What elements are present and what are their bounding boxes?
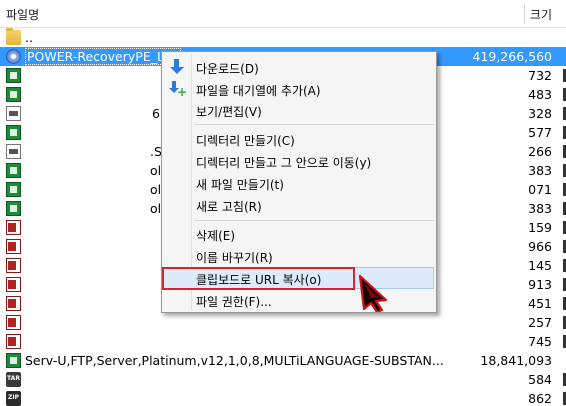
annotation-highlight-box (162, 267, 355, 290)
doc-icon (6, 144, 21, 159)
menu-item-label: 디렉터리 만들고 그 안으로 이동(y) (196, 156, 372, 170)
column-header-size[interactable]: 크기 (530, 6, 552, 23)
red-file-icon (6, 239, 21, 254)
menu-item-label: 다운로드(D) (196, 62, 259, 76)
file-size: 257 (528, 315, 552, 330)
add-queue-icon: + (169, 81, 187, 98)
list-item[interactable]: 257 (0, 313, 566, 332)
menu-item-new-file[interactable]: 새 파일 만들기(t) (164, 172, 434, 194)
menu-item-label: 이름 바꾸기(R) (196, 251, 273, 265)
file-size: 159 (528, 220, 552, 235)
menu-item-label: 새 파일 만들기(t) (196, 178, 284, 192)
menu-item-download[interactable]: 다운로드(D) (164, 56, 434, 78)
menu-item-rename[interactable]: 이름 바꾸기(R) (164, 245, 434, 267)
download-icon (169, 59, 185, 75)
red-file-icon (6, 277, 21, 292)
file-size: 451 (528, 296, 552, 311)
file-size: 577 (528, 125, 552, 140)
list-item-parent-dir[interactable]: .. (0, 28, 566, 47)
file-name: 6 (152, 106, 160, 121)
menu-item-label: 새로 고침(R) (196, 200, 262, 214)
file-size: 732 (528, 68, 552, 83)
file-name: .. (25, 30, 33, 45)
menu-item-refresh[interactable]: 새로 고침(R) (164, 194, 434, 216)
file-size: 862 (528, 391, 552, 406)
file-size: 266 (528, 144, 552, 159)
file-size: 145 (528, 258, 552, 273)
file-size: 745 (528, 334, 552, 349)
red-file-icon (6, 220, 21, 235)
list-item[interactable]: 745 (0, 332, 566, 351)
menu-item-label: 파일을 대기열에 추가(A) (196, 84, 321, 98)
menu-item-label: 파일 권한(F)... (196, 295, 272, 309)
file-size: 483 (528, 87, 552, 102)
list-item[interactable]: ZIP 862 (0, 389, 566, 406)
file-name: POWER-RecoveryPE_Li... (25, 48, 182, 65)
green-file-icon (6, 163, 21, 178)
file-size: 328 (528, 106, 552, 121)
red-file-icon (6, 315, 21, 330)
menu-separator (194, 220, 434, 221)
menu-item-label: 디렉터리 만들기(C) (196, 134, 295, 148)
mouse-cursor-icon (358, 274, 388, 312)
file-size: 383 (528, 201, 552, 216)
column-divider[interactable] (524, 4, 525, 24)
menu-item-label: 보기/편집(V) (196, 105, 262, 119)
red-file-icon (6, 296, 21, 311)
menu-separator (194, 124, 434, 125)
menu-item-file-permissions[interactable]: 파일 권한(F)... (164, 289, 434, 311)
file-name: ol (150, 201, 162, 216)
file-size: 18,841,093 (480, 353, 552, 368)
green-file-icon (6, 68, 21, 83)
zip-archive-icon: ZIP (6, 391, 21, 406)
file-name: Serv-U,FTP,Server,Platinum,v12,1,0,8,MUL… (25, 353, 444, 368)
menu-item-add-to-queue[interactable]: + 파일을 대기열에 추가(A) (164, 78, 434, 100)
file-size: 584 (528, 372, 552, 387)
green-file-icon (6, 87, 21, 102)
tar-archive-icon: TAR (6, 372, 21, 387)
file-size: 966 (528, 239, 552, 254)
green-file-icon (6, 182, 21, 197)
folder-icon (6, 28, 21, 45)
green-file-icon (6, 353, 21, 368)
red-file-icon (6, 258, 21, 273)
menu-item-label: 삭제(E) (196, 229, 236, 243)
green-file-icon (6, 201, 21, 216)
menu-item-make-directory-and-enter[interactable]: 디렉터리 만들고 그 안으로 이동(y) (164, 150, 434, 172)
red-file-icon (6, 334, 21, 349)
list-item[interactable]: TAR 584 (0, 370, 566, 389)
menu-item-view-edit[interactable]: 보기/편집(V) (164, 99, 434, 121)
file-size: 071 (528, 182, 552, 197)
file-name: ol (150, 182, 162, 197)
file-size: 419,266,560 (472, 49, 552, 64)
file-name: ol (150, 163, 162, 178)
column-header-filename[interactable]: 파일명 (6, 6, 39, 23)
file-list-header: 파일명 크기 (0, 0, 566, 28)
doc-icon (6, 106, 21, 121)
menu-item-make-directory[interactable]: 디렉터리 만들기(C) (164, 128, 434, 150)
green-file-icon (6, 125, 21, 140)
file-size: 913 (528, 277, 552, 292)
disc-image-icon (6, 49, 21, 64)
file-size: 383 (528, 163, 552, 178)
menu-item-delete[interactable]: 삭제(E) (164, 223, 434, 245)
list-item[interactable]: Serv-U,FTP,Server,Platinum,v12,1,0,8,MUL… (0, 351, 566, 370)
